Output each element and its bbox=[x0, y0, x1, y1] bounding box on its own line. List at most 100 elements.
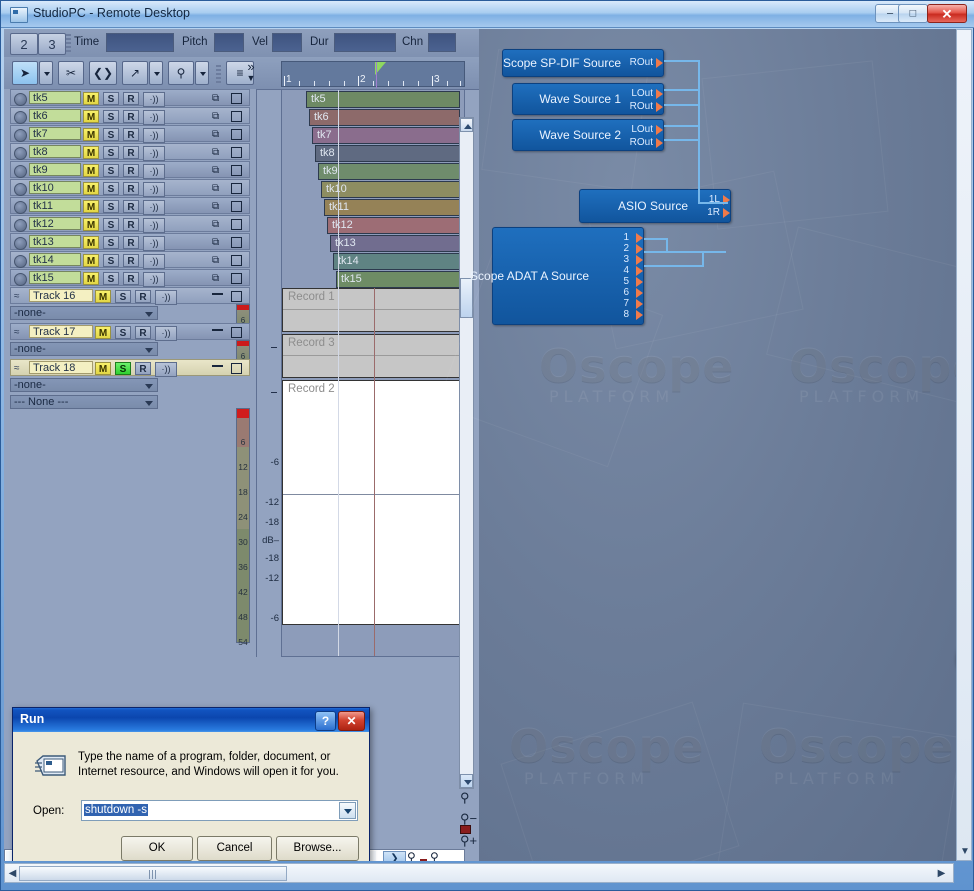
arrangement-clip[interactable]: tk13 bbox=[330, 235, 460, 252]
scroll-up-button[interactable] bbox=[460, 118, 473, 132]
track-solo-button[interactable]: S bbox=[103, 92, 119, 105]
open-combobox[interactable]: shutdown -s bbox=[81, 800, 358, 821]
track-row-3[interactable]: tk7 M S R ·)) ⧉ bbox=[10, 125, 250, 143]
track-visibility-checkbox[interactable] bbox=[231, 111, 242, 122]
track-visibility-checkbox[interactable] bbox=[231, 129, 242, 140]
track-row-6[interactable]: tk10 M S R ·)) ⧉ bbox=[10, 179, 250, 197]
line-tool-button[interactable]: ↗ bbox=[122, 61, 148, 85]
track-input-combobox[interactable]: -none- bbox=[10, 378, 158, 392]
track-layers-icon[interactable]: ⧉ bbox=[212, 183, 223, 194]
track-mute-button[interactable]: M bbox=[83, 110, 99, 123]
track-solo-button[interactable]: S bbox=[103, 110, 119, 123]
run-close-button[interactable]: ✕ bbox=[338, 711, 365, 731]
arrangement-clip[interactable]: tk8 bbox=[315, 145, 460, 162]
zoom-tool-button[interactable]: ⚲ bbox=[168, 61, 194, 85]
track-output-combobox[interactable]: --- None --- bbox=[10, 395, 158, 409]
track-solo-button[interactable]: S bbox=[103, 218, 119, 231]
track-monitor-button[interactable]: ·)) bbox=[155, 362, 177, 377]
track-record-button[interactable]: R bbox=[123, 164, 139, 177]
chevron-down-icon[interactable] bbox=[339, 802, 356, 819]
track-visibility-checkbox[interactable] bbox=[231, 147, 242, 158]
track-solo-button[interactable]: S bbox=[103, 272, 119, 285]
track-monitor-button[interactable]: ·)) bbox=[155, 290, 177, 305]
zoom-magnifier-icon[interactable]: ⚲ bbox=[460, 790, 470, 806]
track-monitor-button[interactable]: ·)) bbox=[143, 218, 165, 233]
track-row-7[interactable]: tk11 M S R ·)) ⧉ bbox=[10, 197, 250, 215]
arrangement-clip[interactable]: tk10 bbox=[321, 181, 460, 198]
track-solo-button[interactable]: S bbox=[115, 290, 131, 303]
module-4[interactable]: ASIO Source 1L 1R bbox=[579, 189, 731, 223]
arrangement-area[interactable]: tk5tk6tk7tk8tk9tk10tk11tk12tk13tk14tk15R… bbox=[281, 89, 465, 657]
track-record-enable-icon[interactable] bbox=[14, 111, 27, 124]
arrangement-clip[interactable]: tk11 bbox=[324, 199, 460, 216]
track-visibility-checkbox[interactable] bbox=[231, 327, 242, 338]
track-layers-icon[interactable]: ⧉ bbox=[212, 237, 223, 248]
track-row-10[interactable]: tk14 M S R ·)) ⧉ bbox=[10, 251, 250, 269]
track-record-button[interactable]: R bbox=[123, 218, 139, 231]
module-port-connector[interactable] bbox=[636, 266, 643, 276]
track-row-2[interactable]: tk6 M S R ·)) ⧉ bbox=[10, 107, 250, 125]
track-visibility-checkbox[interactable] bbox=[231, 255, 242, 266]
run-dialog-titlebar[interactable]: Run ? ✕ bbox=[13, 708, 369, 732]
track-record-button[interactable]: R bbox=[135, 326, 151, 339]
module-port-connector[interactable] bbox=[656, 138, 663, 148]
module-port-connector[interactable] bbox=[636, 244, 643, 254]
toolbar-overflow-button[interactable]: » bbox=[242, 59, 260, 74]
close-button[interactable]: ✕ bbox=[927, 4, 967, 23]
module-port-connector[interactable] bbox=[656, 125, 663, 135]
track-record-enable-icon[interactable] bbox=[14, 237, 27, 250]
mute-tool-button[interactable]: ❮❯ bbox=[89, 61, 117, 85]
module-1[interactable]: Scope SP-DIF Source ROut bbox=[502, 49, 664, 77]
track-record-enable-icon[interactable] bbox=[14, 147, 27, 160]
track-name-field[interactable]: tk10 bbox=[29, 181, 81, 194]
track-row-12[interactable]: ≈ Track 16 M S R ·)) bbox=[10, 287, 250, 305]
track-record-button[interactable]: R bbox=[123, 92, 139, 105]
track-record-enable-icon[interactable] bbox=[14, 129, 27, 142]
module-port-connector[interactable] bbox=[636, 255, 643, 265]
track-layers-icon[interactable]: ⧉ bbox=[212, 129, 223, 140]
tuplet-3-button[interactable]: 3 bbox=[38, 33, 66, 55]
track-row-8[interactable]: tk12 M S R ·)) ⧉ bbox=[10, 215, 250, 233]
arrangement-clip[interactable]: tk7 bbox=[312, 127, 460, 144]
track-row-4[interactable]: tk8 M S R ·)) ⧉ bbox=[10, 143, 250, 161]
track-record-button[interactable]: R bbox=[135, 362, 151, 375]
line-tool-dropdown[interactable] bbox=[149, 61, 163, 85]
track-monitor-button[interactable]: ·)) bbox=[143, 92, 165, 107]
track-record-button[interactable]: R bbox=[123, 200, 139, 213]
record-block-1[interactable]: Record 1 bbox=[282, 288, 463, 332]
track-visibility-checkbox[interactable] bbox=[231, 363, 242, 374]
track-record-enable-icon[interactable] bbox=[14, 183, 27, 196]
track-record-button[interactable]: R bbox=[123, 110, 139, 123]
track-monitor-button[interactable]: ·)) bbox=[143, 128, 165, 143]
module-port-connector[interactable] bbox=[636, 233, 643, 243]
arrangement-clip[interactable]: tk9 bbox=[318, 163, 460, 180]
toolbar-overflow-caret[interactable]: ▼ bbox=[242, 73, 260, 83]
track-record-button[interactable]: R bbox=[123, 128, 139, 141]
track-name-field[interactable]: tk7 bbox=[29, 127, 81, 140]
track-name-field[interactable]: tk8 bbox=[29, 145, 81, 158]
scissors-tool-button[interactable]: ✂ bbox=[58, 61, 84, 85]
pitch-field[interactable] bbox=[214, 33, 244, 52]
track-name-field[interactable]: tk13 bbox=[29, 235, 81, 248]
track-monitor-button[interactable]: ·)) bbox=[143, 236, 165, 251]
track-name-field[interactable]: tk15 bbox=[29, 271, 81, 284]
track-monitor-button[interactable]: ·)) bbox=[143, 110, 165, 125]
arrangement-clip[interactable]: tk14 bbox=[333, 253, 460, 270]
session-scroll-left-icon[interactable]: ◀ bbox=[6, 866, 19, 881]
track-solo-button[interactable]: S bbox=[103, 236, 119, 249]
track-mute-button[interactable]: M bbox=[83, 182, 99, 195]
track-monitor-button[interactable]: ·)) bbox=[143, 272, 165, 287]
toolbar-grip[interactable] bbox=[66, 34, 71, 52]
track-input-combobox[interactable]: -none- bbox=[10, 306, 158, 320]
arrow-tool-dropdown[interactable] bbox=[39, 61, 53, 85]
browse-button[interactable]: Browse... bbox=[276, 836, 359, 861]
track-monitor-button[interactable]: ·)) bbox=[155, 326, 177, 341]
track-row-13[interactable]: ≈ Track 17 M S R ·)) bbox=[10, 323, 250, 341]
module-port-connector[interactable] bbox=[636, 277, 643, 287]
module-port-connector[interactable] bbox=[636, 310, 643, 320]
zoom-in-icon[interactable]: ⚲+ bbox=[460, 833, 477, 849]
track-solo-button[interactable]: S bbox=[115, 326, 131, 339]
track-mute-button[interactable]: M bbox=[95, 326, 111, 339]
track-solo-button[interactable]: S bbox=[103, 128, 119, 141]
module-2[interactable]: Wave Source 1 LOut ROut bbox=[512, 83, 664, 115]
